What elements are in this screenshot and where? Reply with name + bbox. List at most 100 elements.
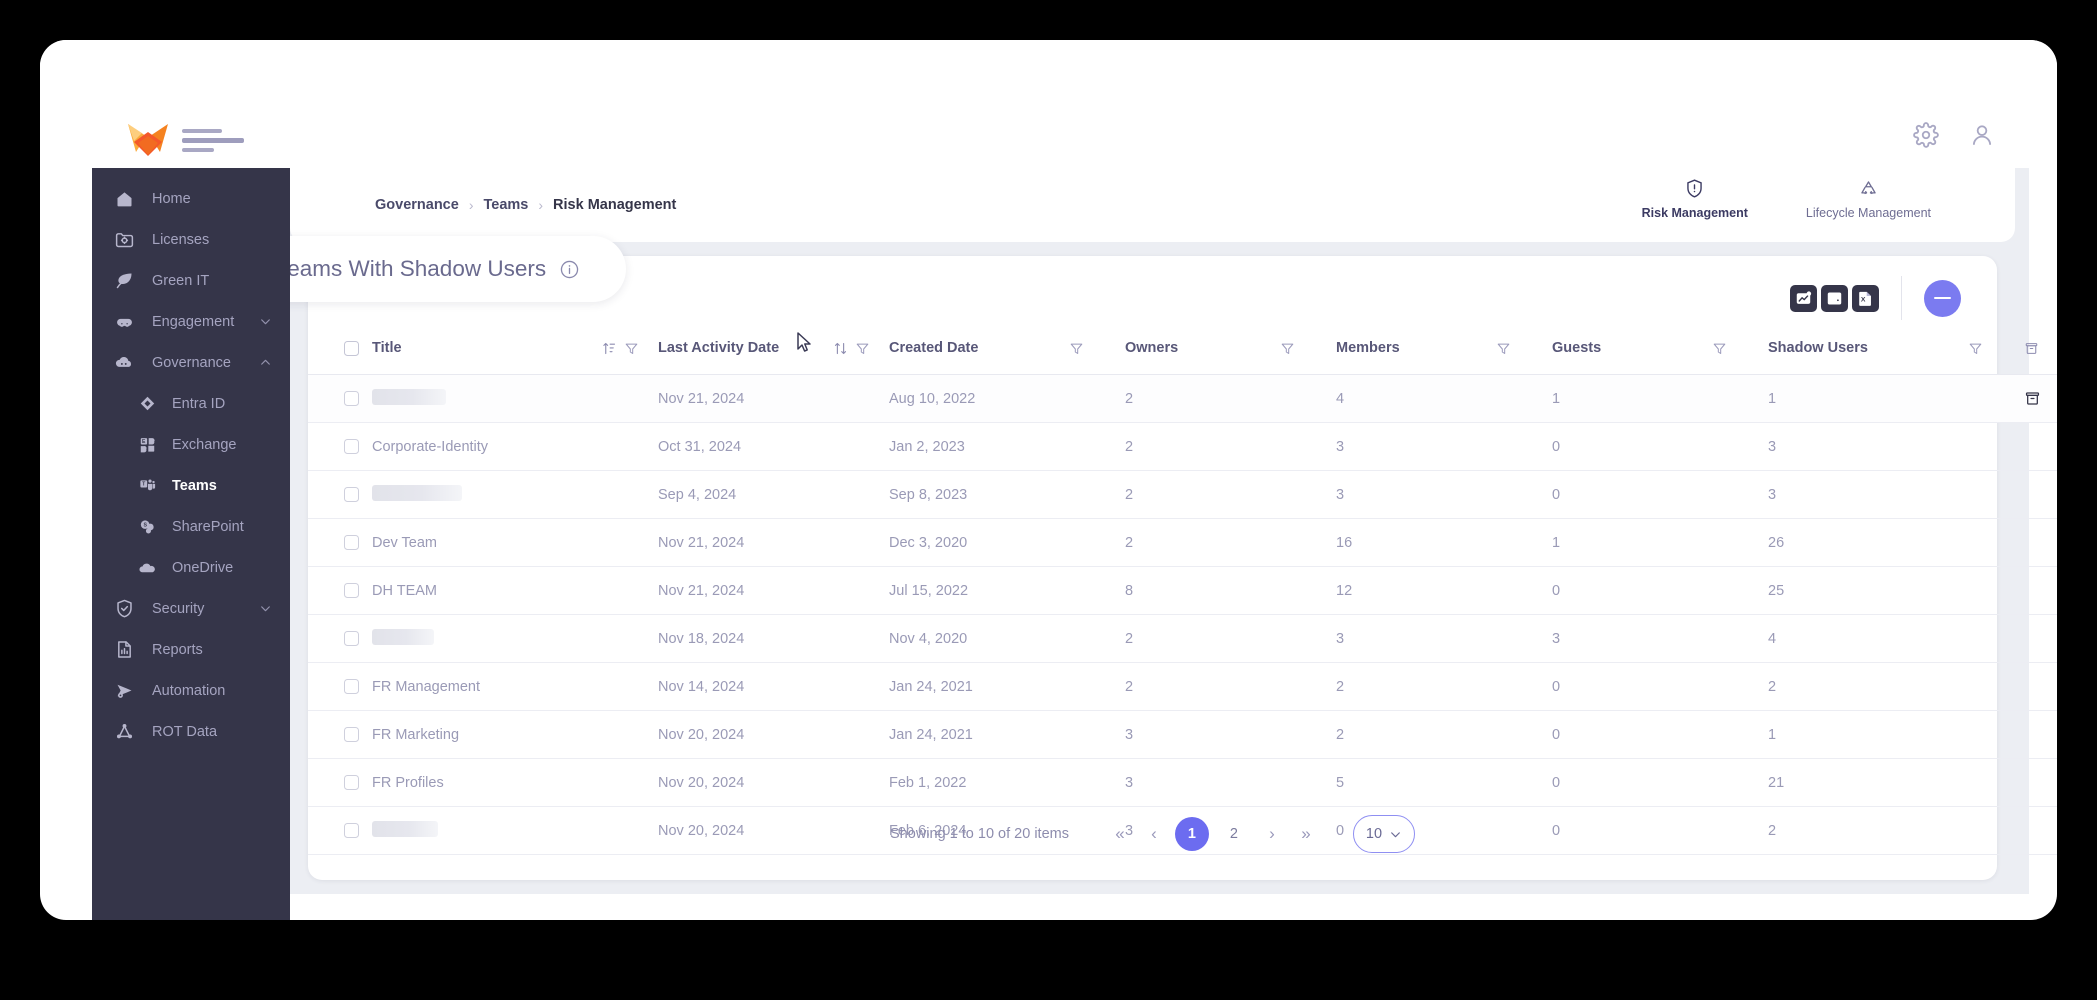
archive-icon[interactable] (2024, 341, 2039, 356)
row-checkbox[interactable] (344, 535, 359, 550)
table-row[interactable]: FR Marketing Nov 20, 2024 Jan 24, 2021 3 2 0 1 (308, 710, 2057, 759)
column-header-shadow-users[interactable]: Shadow Users (1768, 322, 1968, 375)
row-checkbox[interactable] (344, 583, 359, 598)
filter-icon[interactable] (1069, 341, 1084, 356)
column-header-guests[interactable]: Guests (1552, 322, 1712, 375)
card-actions: X (1790, 276, 1961, 320)
insights-chart-button[interactable] (1790, 284, 1817, 312)
sidebar-item-teams[interactable]: T Teams (92, 465, 290, 506)
row-checkbox[interactable] (344, 727, 359, 742)
sidebar-item-security[interactable]: Security (92, 588, 290, 629)
column-header-created-date[interactable]: Created Date (889, 322, 1069, 375)
sidebar-item-exchange[interactable]: E Exchange (92, 424, 290, 465)
filter-icon[interactable] (1496, 341, 1511, 356)
row-checkbox[interactable] (344, 487, 359, 502)
table-row[interactable]: DH TEAM Nov 21, 2024 Jul 15, 2022 8 12 0 25 (308, 566, 2057, 615)
table-row[interactable]: Corporate-Identity Oct 31, 2024 Jan 2, 202… (308, 422, 2057, 471)
cell-title-wrap: Corporate-Identity (372, 422, 658, 471)
column-header-last-activity-date[interactable]: Last Activity Date (658, 322, 833, 375)
row-checkbox[interactable] (344, 679, 359, 694)
filter-icon[interactable] (1968, 341, 1983, 356)
cell-last-activity-date: Sep 4, 2024 (658, 470, 889, 519)
table-row[interactable]: Sep 4, 2024 Sep 8, 2023 2 3 0 3 (308, 470, 2057, 519)
select-all-header (308, 322, 372, 375)
select-all-checkbox[interactable] (344, 340, 359, 356)
gear-icon[interactable] (1913, 122, 1939, 148)
reports-icon (118, 641, 131, 658)
cell-row-archive (2024, 470, 2057, 519)
automation-icon (117, 684, 132, 698)
table-row[interactable]: FR Management Nov 14, 2024 Jan 24, 2021 2 2 0… (308, 662, 2057, 711)
sidebar-item-sharepoint[interactable]: S SharePoint (92, 506, 290, 547)
table-row[interactable]: Nov 21, 2024 Aug 10, 2022 2 4 1 1 (308, 374, 2057, 423)
cell-created-date: Jan 2, 2023 (889, 422, 1125, 471)
tab-risk-management[interactable]: Risk Management (1642, 178, 1748, 220)
actions-divider (1901, 276, 1902, 320)
engagement-icon (117, 318, 132, 327)
sidebar-item-entra-id[interactable]: Entra ID (92, 383, 290, 424)
alert-settings-button[interactable] (1821, 284, 1848, 312)
cell-created-date: Aug 10, 2022 (889, 374, 1125, 423)
filter-icon[interactable] (1280, 341, 1295, 356)
app-logo[interactable] (126, 122, 244, 158)
sidebar-item-engagement[interactable]: Engagement (92, 301, 290, 342)
row-select-cell (308, 662, 372, 711)
pagination-next-button[interactable]: › (1255, 817, 1289, 851)
column-controls-shadow-users (1968, 322, 2024, 375)
filter-icon[interactable] (1712, 341, 1727, 356)
row-select-cell (308, 422, 372, 471)
tab-lifecycle-management[interactable]: Lifecycle Management (1806, 178, 1931, 220)
column-header-members[interactable]: Members (1336, 322, 1496, 375)
export-excel-button[interactable]: X (1852, 284, 1879, 312)
page-size-select[interactable]: 10 (1352, 815, 1415, 853)
fox-logo-icon (128, 124, 168, 156)
row-select-cell (308, 614, 372, 663)
column-header-title[interactable]: Title (372, 322, 602, 375)
redacted-title (372, 484, 462, 501)
row-checkbox[interactable] (344, 631, 359, 646)
pagination-last-button[interactable]: » (1289, 817, 1323, 851)
user-avatar-icon[interactable] (1969, 122, 1995, 148)
pagination-page-1[interactable]: 1 (1174, 817, 1209, 851)
sidebar-item-label: Automation (152, 682, 226, 699)
sort-az-icon[interactable] (602, 341, 617, 356)
column-header-owners[interactable]: Owners (1125, 322, 1280, 375)
onedrive-icon (139, 563, 155, 573)
row-checkbox[interactable] (344, 439, 359, 454)
page-size-value: 10 (1365, 826, 1383, 842)
logo-wordmark (182, 128, 244, 152)
cell-title: FR Management (372, 678, 480, 695)
info-circle-icon[interactable] (559, 259, 580, 280)
collapse-card-button[interactable] (1924, 279, 1961, 317)
breadcrumb-item-governance[interactable]: Governance (375, 197, 459, 213)
filter-icon[interactable] (855, 341, 870, 356)
cell-row-archive (2024, 806, 2057, 855)
sidebar-item-automation[interactable]: Automation (92, 670, 290, 711)
shield-check-icon (117, 599, 132, 618)
cell-members: 2 (1336, 710, 1552, 759)
archive-icon[interactable] (2024, 390, 2041, 407)
pagination-prev-button[interactable]: ‹ (1137, 817, 1171, 851)
sidebar-item-rot-data[interactable]: ROT Data (92, 711, 290, 752)
row-checkbox[interactable] (344, 391, 359, 406)
home-icon (117, 192, 132, 207)
pagination-first-button[interactable]: « (1103, 817, 1137, 851)
pagination-page-2[interactable]: 2 (1217, 817, 1251, 851)
sharepoint-icon: S (140, 520, 154, 534)
cell-owners: 2 (1125, 662, 1336, 711)
cell-members: 16 (1336, 518, 1552, 567)
sidebar-item-home[interactable]: Home (92, 178, 290, 219)
sidebar-item-green-it[interactable]: Green IT (92, 260, 290, 301)
table-row[interactable]: Nov 18, 2024 Nov 4, 2020 2 3 3 4 (308, 614, 2057, 663)
sort-updown-icon[interactable] (833, 341, 848, 356)
sidebar-item-onedrive[interactable]: OneDrive (92, 547, 290, 588)
breadcrumb-item-teams[interactable]: Teams (484, 197, 529, 213)
filter-icon[interactable] (624, 341, 639, 356)
cell-shadow-users: 3 (1768, 422, 2024, 471)
table-row[interactable]: Dev Team Nov 21, 2024 Dec 3, 2020 2 16 1 26 (308, 518, 2057, 567)
row-select-cell (308, 566, 372, 615)
rot-data-icon (116, 723, 133, 739)
sidebar-item-governance[interactable]: Governance (92, 342, 290, 383)
sidebar-item-reports[interactable]: Reports (92, 629, 290, 670)
sidebar-item-licenses[interactable]: Licenses (92, 219, 290, 260)
